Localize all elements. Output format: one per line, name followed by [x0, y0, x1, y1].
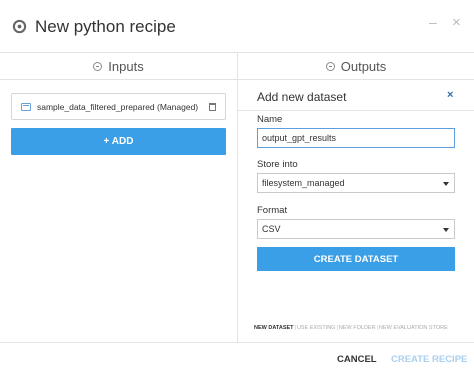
inputs-arrow-icon [93, 61, 103, 71]
name-label: Name [257, 114, 283, 125]
add-dataset-panel: Add new dataset × Name Store into filesy… [237, 80, 474, 342]
create-dataset-button[interactable]: CREATE DATASET [257, 247, 455, 271]
outputs-arrow-icon [325, 61, 335, 71]
input-dataset-item[interactable]: sample_data_filtered_prepared (Managed) [11, 93, 226, 120]
cancel-button[interactable]: CANCEL [337, 354, 377, 365]
tab-use-existing[interactable]: USE EXISTING [297, 325, 336, 331]
chevron-down-icon [443, 182, 449, 186]
recipe-logo-icon [12, 19, 27, 34]
store-mode-tabs: NEW DATASET|USE EXISTING|NEW FOLDER|NEW … [254, 325, 448, 331]
minimize-button[interactable]: – [429, 14, 437, 30]
create-recipe-button[interactable]: CREATE RECIPE [391, 354, 467, 365]
dataset-icon [21, 102, 31, 111]
chevron-down-icon [443, 228, 449, 232]
store-into-select[interactable]: filesystem_managed [257, 173, 455, 193]
outputs-header-label: Outputs [340, 58, 387, 74]
trash-icon[interactable] [209, 103, 216, 111]
format-label: Format [257, 205, 288, 216]
store-into-label: Store into [257, 159, 298, 170]
add-input-button[interactable]: + ADD [11, 128, 226, 155]
tab-new-dataset[interactable]: NEW DATASET [254, 325, 294, 331]
tab-new-evaluation-store[interactable]: NEW EVALUATION STORE [379, 325, 448, 331]
dialog-title: New python recipe [35, 17, 176, 36]
dataset-name-input[interactable] [257, 128, 455, 148]
format-value: CSV [262, 224, 281, 234]
inputs-header-label: Inputs [108, 58, 144, 74]
close-dialog-button[interactable]: × [452, 14, 461, 31]
new-recipe-dialog: New python recipe – × Inputs Outputs sam… [0, 0, 474, 377]
inputs-header: Inputs [0, 52, 237, 80]
close-panel-icon[interactable]: × [447, 89, 453, 101]
outputs-header: Outputs [237, 52, 474, 80]
panel-title: Add new dataset [257, 90, 347, 104]
input-dataset-label: sample_data_filtered_prepared (Managed) [37, 101, 199, 112]
store-into-value: filesystem_managed [262, 178, 345, 188]
dialog-header: New python recipe – × [0, 0, 474, 52]
dialog-footer: CANCEL CREATE RECIPE [0, 342, 474, 377]
panel-divider [238, 110, 474, 111]
tab-new-folder[interactable]: NEW FOLDER [339, 325, 376, 331]
format-select[interactable]: CSV [257, 219, 455, 239]
